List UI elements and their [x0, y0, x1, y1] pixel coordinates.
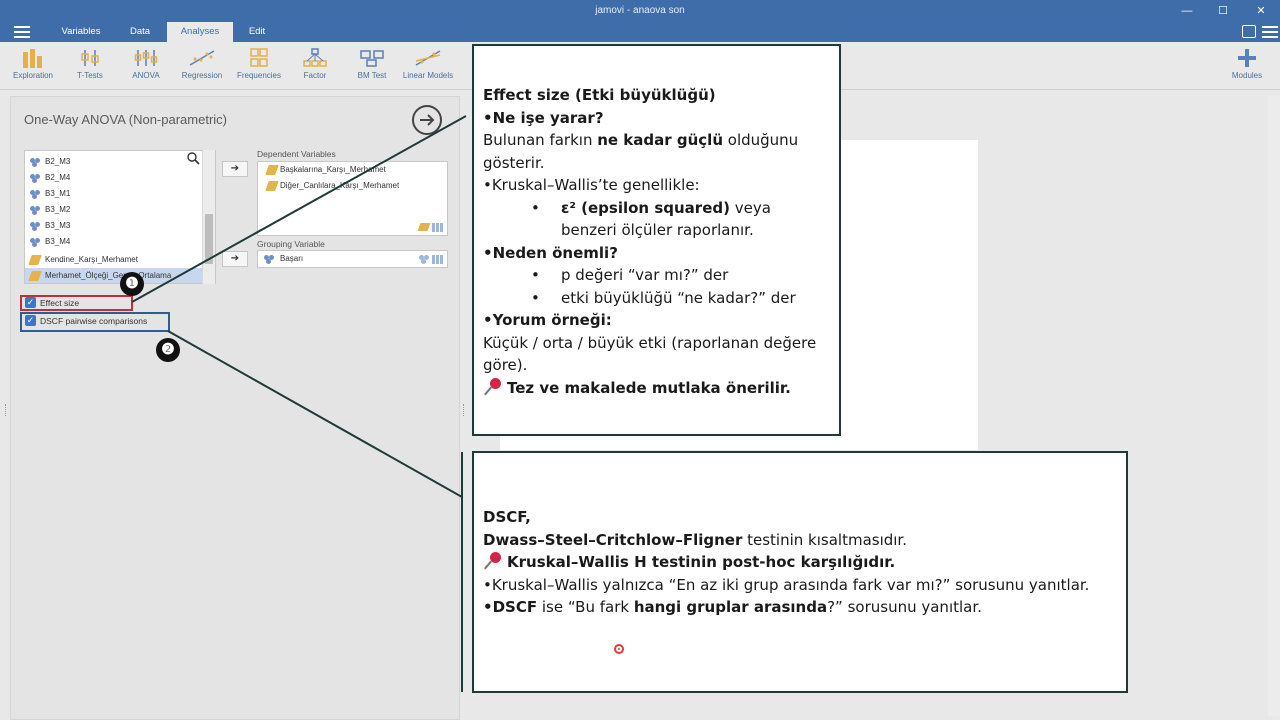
badge-two: ❷ [156, 338, 180, 362]
cursor-indicator [614, 644, 624, 654]
callout1-p3: Küçük / orta / büyük etki (raporlanan de… [483, 333, 817, 375]
callout1-sub1: • ε² (epsilon squared) veya benzeri ölçül… [531, 198, 771, 240]
callout1-sub3: • etki büyüklüğü “ne kadar?” der [531, 288, 796, 307]
badge-one: ❶ [120, 272, 144, 296]
callout2-title: DSCF, [483, 508, 531, 526]
callout1-sub2: • p değeri “var mı?” der [531, 266, 729, 284]
callout2-note: Kruskal–Wallis H testinin post-hoc karşı… [483, 551, 1117, 574]
callout1-q2: •Neden önemli? [483, 243, 618, 262]
callout2-p2: •DSCF ise “Bu fark hangi gruplar arasınd… [483, 598, 982, 616]
callout1-title: Effect size (Etki büyüklüğü) [483, 86, 716, 104]
dscf-callout: DSCF, Dwass–Steel–Critchlow–Fligner test… [472, 451, 1128, 693]
callout1-q3: •Yorum örneği: [483, 311, 612, 329]
callout1-p2: •Kruskal–Wallis’te genellikle: [483, 176, 700, 194]
effect-size-callout: Effect size (Etki büyüklüğü) •Ne işe yar… [472, 44, 841, 436]
callout2-full: Dwass–Steel–Critchlow–Fligner testinin k… [483, 530, 907, 549]
callout1-note: Tez ve makalede mutlaka önerilir. [483, 377, 830, 400]
callout2-p1: •Kruskal–Wallis yalnızca “En az iki grup… [483, 575, 1090, 594]
pushpin-icon [483, 552, 503, 570]
callout1-p1: Bulunan farkın ne kadar güçlü olduğunu g… [483, 131, 799, 172]
pushpin-icon [483, 377, 503, 396]
callout1-q1: •Ne işe yarar? [483, 108, 604, 127]
